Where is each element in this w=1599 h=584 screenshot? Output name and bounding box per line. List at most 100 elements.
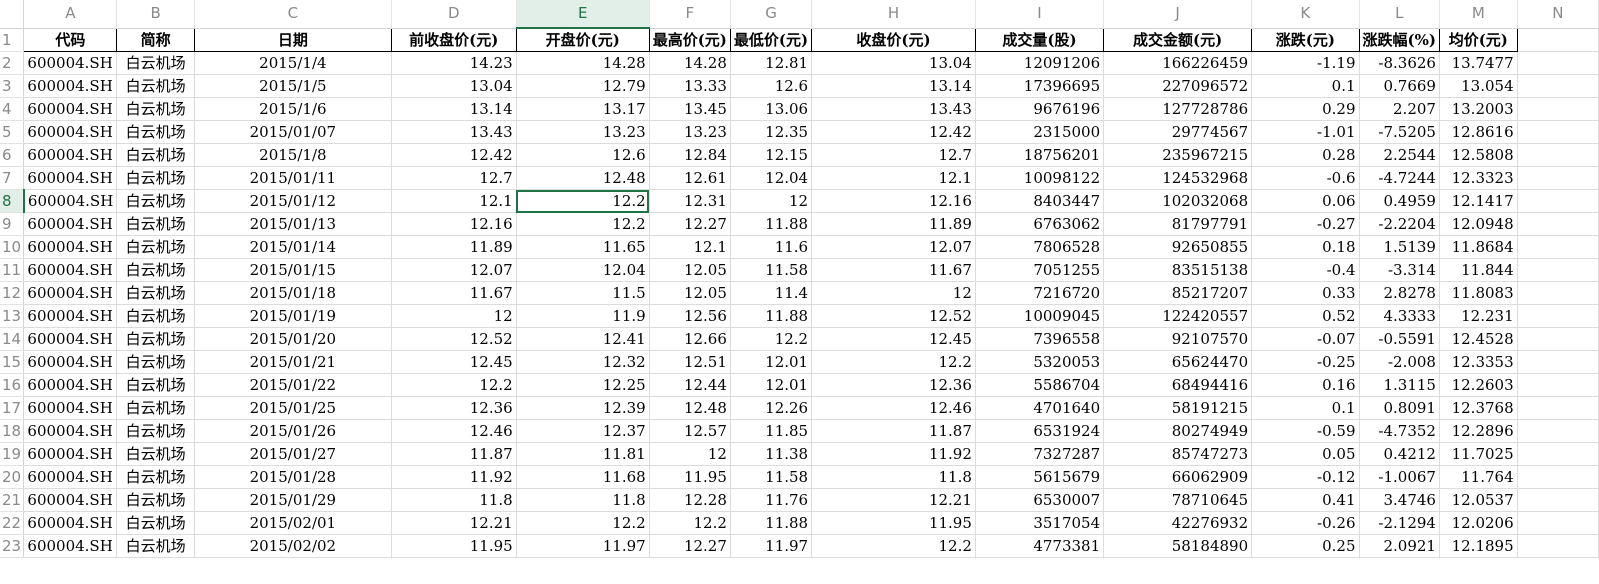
cell-e17[interactable]: 12.39 bbox=[516, 396, 650, 420]
cell-h17[interactable]: 12.46 bbox=[811, 396, 976, 420]
cell-m3[interactable]: 13.054 bbox=[1439, 74, 1518, 98]
cell-e11[interactable]: 12.04 bbox=[516, 258, 650, 282]
cell-a20[interactable]: 600004.SH bbox=[23, 465, 118, 489]
cell-m4[interactable]: 13.2003 bbox=[1439, 97, 1518, 121]
cell-c5[interactable]: 2015/01/07 bbox=[194, 120, 392, 144]
cell-j21[interactable]: 78710645 bbox=[1103, 488, 1253, 512]
cell-n21[interactable] bbox=[1517, 488, 1599, 512]
cell-l10[interactable]: 1.5139 bbox=[1359, 235, 1440, 259]
cell-b9[interactable]: 白云机场 bbox=[116, 212, 195, 236]
cell-f21[interactable]: 12.28 bbox=[649, 488, 731, 512]
cell-e3[interactable]: 12.79 bbox=[516, 74, 650, 98]
cell-e23[interactable]: 11.97 bbox=[516, 534, 650, 558]
cell-d16[interactable]: 12.2 bbox=[391, 373, 517, 397]
cell-k13[interactable]: 0.52 bbox=[1251, 304, 1360, 328]
cell-j8[interactable]: 102032068 bbox=[1103, 189, 1253, 213]
cell-n7[interactable] bbox=[1517, 166, 1599, 190]
cell-j7[interactable]: 124532968 bbox=[1103, 166, 1253, 190]
cell-b12[interactable]: 白云机场 bbox=[116, 281, 195, 305]
cell-d21[interactable]: 11.8 bbox=[391, 488, 517, 512]
row-header[interactable]: 20 bbox=[0, 465, 25, 489]
cell-m7[interactable]: 12.3323 bbox=[1439, 166, 1518, 190]
cell-d2[interactable]: 14.23 bbox=[391, 51, 517, 75]
cell-e19[interactable]: 11.81 bbox=[516, 442, 650, 466]
cell-i19[interactable]: 7327287 bbox=[975, 442, 1105, 466]
cell-j14[interactable]: 92107570 bbox=[1103, 327, 1253, 351]
cell-e8[interactable]: 12.2 bbox=[516, 189, 650, 213]
cell-d10[interactable]: 11.89 bbox=[391, 235, 517, 259]
cell-d18[interactable]: 12.46 bbox=[391, 419, 517, 443]
cell-l2[interactable]: -8.3626 bbox=[1359, 51, 1440, 75]
cell-b14[interactable]: 白云机场 bbox=[116, 327, 195, 351]
cell-g15[interactable]: 12.01 bbox=[730, 350, 813, 374]
cell-f10[interactable]: 12.1 bbox=[649, 235, 731, 259]
cell-c16[interactable]: 2015/01/22 bbox=[194, 373, 392, 397]
cell-g17[interactable]: 12.26 bbox=[730, 396, 813, 420]
cell-h19[interactable]: 11.92 bbox=[811, 442, 976, 466]
cell-h22[interactable]: 11.95 bbox=[811, 511, 976, 535]
cell-l15[interactable]: -2.008 bbox=[1359, 350, 1440, 374]
cell-c15[interactable]: 2015/01/21 bbox=[194, 350, 392, 374]
cell-c18[interactable]: 2015/01/26 bbox=[194, 419, 392, 443]
cell-g4[interactable]: 13.06 bbox=[730, 97, 813, 121]
cell-j16[interactable]: 68494416 bbox=[1103, 373, 1253, 397]
cell-b13[interactable]: 白云机场 bbox=[116, 304, 195, 328]
row-header[interactable]: 10 bbox=[0, 235, 25, 259]
cell-b22[interactable]: 白云机场 bbox=[116, 511, 195, 535]
cell-k2[interactable]: -1.19 bbox=[1251, 51, 1360, 75]
cell-a9[interactable]: 600004.SH bbox=[23, 212, 118, 236]
cell-i18[interactable]: 6531924 bbox=[975, 419, 1105, 443]
header-cell-a[interactable]: 代码 bbox=[23, 28, 118, 52]
cell-i21[interactable]: 6530007 bbox=[975, 488, 1105, 512]
cell-c21[interactable]: 2015/01/29 bbox=[194, 488, 392, 512]
cell-j4[interactable]: 127728786 bbox=[1103, 97, 1253, 121]
cell-m21[interactable]: 12.0537 bbox=[1439, 488, 1518, 512]
cell-b10[interactable]: 白云机场 bbox=[116, 235, 195, 259]
cell-f6[interactable]: 12.84 bbox=[649, 143, 731, 167]
cell-d4[interactable]: 13.14 bbox=[391, 97, 517, 121]
cell-f11[interactable]: 12.05 bbox=[649, 258, 731, 282]
cell-g3[interactable]: 12.6 bbox=[730, 74, 813, 98]
cell-b20[interactable]: 白云机场 bbox=[116, 465, 195, 489]
cell-m16[interactable]: 12.2603 bbox=[1439, 373, 1518, 397]
cell-j10[interactable]: 92650855 bbox=[1103, 235, 1253, 259]
cell-l21[interactable]: 3.4746 bbox=[1359, 488, 1440, 512]
cell-h9[interactable]: 11.89 bbox=[811, 212, 976, 236]
cell-k16[interactable]: 0.16 bbox=[1251, 373, 1360, 397]
cell-l17[interactable]: 0.8091 bbox=[1359, 396, 1440, 420]
cell-i9[interactable]: 6763062 bbox=[975, 212, 1105, 236]
cell-f17[interactable]: 12.48 bbox=[649, 396, 731, 420]
cell-m9[interactable]: 12.0948 bbox=[1439, 212, 1518, 236]
row-header[interactable]: 22 bbox=[0, 511, 25, 535]
header-cell-c[interactable]: 日期 bbox=[194, 28, 392, 52]
cell-l6[interactable]: 2.2544 bbox=[1359, 143, 1440, 167]
cell-m13[interactable]: 12.231 bbox=[1439, 304, 1518, 328]
cell-i16[interactable]: 5586704 bbox=[975, 373, 1105, 397]
cell-m23[interactable]: 12.1895 bbox=[1439, 534, 1518, 558]
cell-g8[interactable]: 12 bbox=[730, 189, 813, 213]
cell-f4[interactable]: 13.45 bbox=[649, 97, 731, 121]
cell-b8[interactable]: 白云机场 bbox=[116, 189, 195, 213]
cell-g2[interactable]: 12.81 bbox=[730, 51, 813, 75]
column-header-h[interactable]: H bbox=[811, 0, 976, 29]
cell-c4[interactable]: 2015/1/6 bbox=[194, 97, 392, 121]
row-header[interactable]: 1 bbox=[0, 28, 25, 52]
cell-m6[interactable]: 12.5808 bbox=[1439, 143, 1518, 167]
header-cell-e[interactable]: 开盘价(元) bbox=[516, 28, 650, 52]
cell-k23[interactable]: 0.25 bbox=[1251, 534, 1360, 558]
cell-i4[interactable]: 9676196 bbox=[975, 97, 1105, 121]
cell-f7[interactable]: 12.61 bbox=[649, 166, 731, 190]
cell-n11[interactable] bbox=[1517, 258, 1599, 282]
cell-m5[interactable]: 12.8616 bbox=[1439, 120, 1518, 144]
cell-h11[interactable]: 11.67 bbox=[811, 258, 976, 282]
row-header[interactable]: 6 bbox=[0, 143, 25, 167]
cell-k19[interactable]: 0.05 bbox=[1251, 442, 1360, 466]
cell-k21[interactable]: 0.41 bbox=[1251, 488, 1360, 512]
cell-h13[interactable]: 12.52 bbox=[811, 304, 976, 328]
cell-b17[interactable]: 白云机场 bbox=[116, 396, 195, 420]
cell-n4[interactable] bbox=[1517, 97, 1599, 121]
column-header-f[interactable]: F bbox=[649, 0, 731, 29]
cell-i20[interactable]: 5615679 bbox=[975, 465, 1105, 489]
cell-a17[interactable]: 600004.SH bbox=[23, 396, 118, 420]
cell-d5[interactable]: 13.43 bbox=[391, 120, 517, 144]
